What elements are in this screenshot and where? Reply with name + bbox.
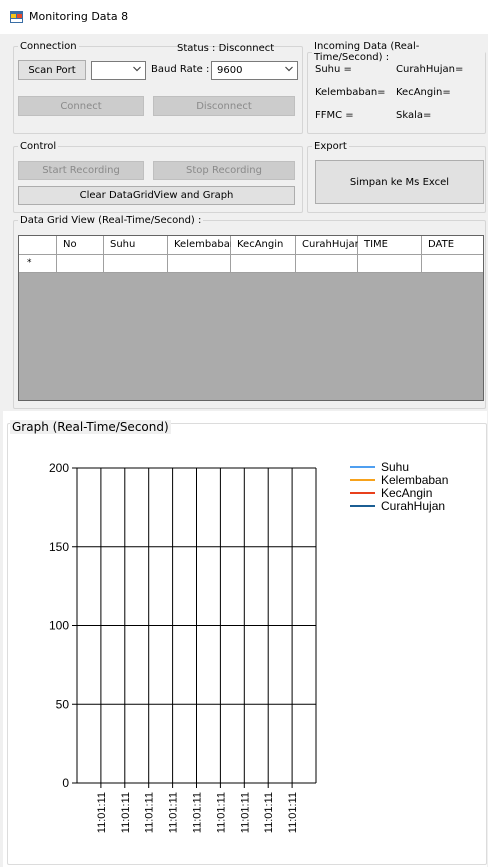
x-tick-label: 11:01:11 — [239, 792, 251, 833]
line-chart: 0 50 100 150 200 11:01:11 11:01:11 11:01:11 11:0… — [49, 460, 448, 833]
x-tick-label: 11:01:11 — [192, 792, 204, 833]
y-tick-label: 0 — [62, 776, 69, 790]
legend-label: KecAngin — [381, 486, 432, 500]
legend-label: CurahHujan — [381, 499, 445, 513]
legend-label: Kelembaban — [381, 473, 448, 487]
x-tick-label: 11:01:11 — [96, 792, 108, 833]
x-tick-label: 11:01:11 — [168, 792, 180, 833]
x-tick-label: 11:01:11 — [215, 792, 227, 833]
y-tick-label: 150 — [49, 540, 69, 554]
y-tick-label: 100 — [49, 619, 69, 633]
x-tick-label: 11:01:11 — [120, 792, 132, 833]
x-tick-label: 11:01:11 — [144, 792, 156, 833]
y-tick-label: 200 — [49, 461, 69, 475]
x-tick-label: 11:01:11 — [263, 792, 275, 833]
y-tick-label: 50 — [56, 697, 70, 711]
legend-label: Suhu — [381, 460, 409, 474]
x-tick-label: 11:01:11 — [287, 792, 299, 833]
